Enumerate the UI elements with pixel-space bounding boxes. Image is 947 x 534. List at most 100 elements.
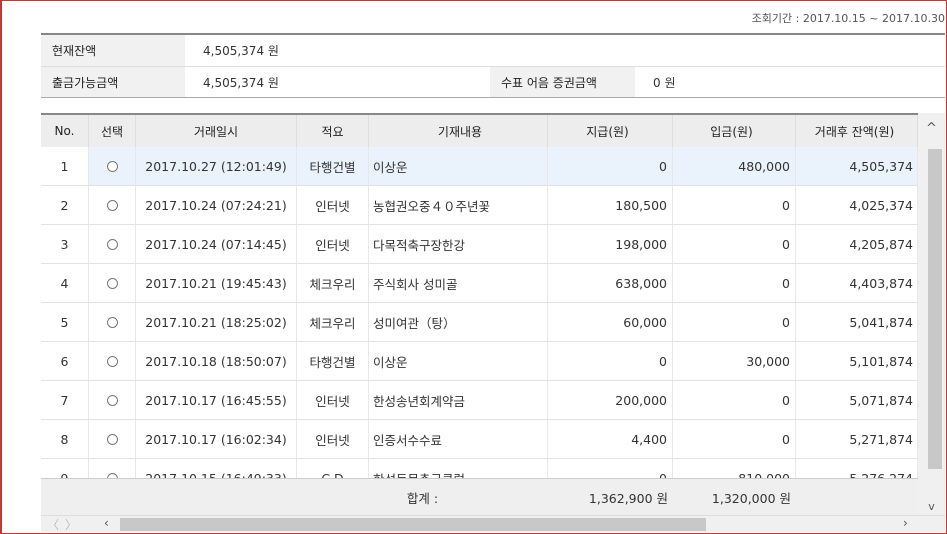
row-radio-button[interactable] (106, 160, 118, 172)
row-type: 인터넷 (297, 420, 369, 458)
row-deposit: 0 (673, 420, 796, 458)
row-no: 7 (41, 381, 89, 419)
header-no: No. (41, 115, 89, 147)
row-balance: 4,025,374 (796, 186, 918, 224)
check-amount-value: 0 원 (653, 75, 676, 90)
row-type: 타행건별 (297, 147, 369, 185)
row-radio-button[interactable] (106, 199, 118, 211)
scroll-down-icon[interactable]: v (918, 500, 945, 513)
row-deposit: 0 (673, 264, 796, 302)
header-description: 기재내용 (369, 115, 548, 147)
row-deposit: 0 (673, 186, 796, 224)
row-type: C D (297, 459, 369, 478)
row-balance: 5,101,874 (796, 342, 918, 380)
scroll-left-icon[interactable]: ‹ (104, 516, 109, 530)
row-withdrawal: 0 (548, 459, 673, 478)
row-description: 이상운 (369, 147, 548, 185)
row-select[interactable] (89, 342, 136, 380)
total-withdrawal: 1,362,900 원 (588, 490, 668, 506)
row-select[interactable] (89, 264, 136, 302)
header-deposit: 입금(원) (673, 115, 796, 147)
row-select[interactable] (89, 381, 136, 419)
row-radio-button[interactable] (106, 316, 118, 328)
balance-summary: 현재잔액 4,505,374 원 출금가능금액 4,505,374 원 수표 어… (41, 33, 945, 98)
scroll-up-icon[interactable]: ^ (918, 121, 945, 136)
row-description: 농협권오중４０주년꽃 (369, 186, 548, 224)
row-datetime: 2017.10.17 (16:45:55) (136, 381, 297, 419)
vertical-scroll-thumb[interactable] (928, 149, 942, 469)
row-balance: 5,071,874 (796, 381, 918, 419)
nav-next-icon[interactable]: 〉 (65, 516, 77, 533)
horizontal-scroll-thumb[interactable] (120, 518, 706, 531)
nav-prev-icon[interactable]: 〈 (47, 516, 59, 533)
row-select[interactable] (89, 420, 136, 458)
header-datetime: 거래일시 (136, 115, 297, 147)
vertical-scrollbar[interactable]: ^ v (918, 113, 945, 515)
row-datetime: 2017.10.27 (12:01:49) (136, 147, 297, 185)
row-withdrawal: 0 (548, 147, 673, 185)
row-radio-button[interactable] (106, 394, 118, 406)
row-balance: 5,276,274 (796, 459, 918, 478)
row-select[interactable] (89, 459, 136, 478)
row-datetime: 2017.10.17 (16:02:34) (136, 420, 297, 458)
withdrawable-value: 4,505,374 원 (203, 75, 279, 90)
row-datetime: 2017.10.24 (07:24:21) (136, 186, 297, 224)
inquiry-period: 조회기간 : 2017.10.15 ~ 2017.10.30 (751, 12, 945, 25)
table-row[interactable]: 2 2017.10.24 (07:24:21) 인터넷 농협권오중４０주년꽃 180,5… (41, 186, 918, 225)
totals-row: 합계 : 1,362,900 원 1,320,000 원 (41, 478, 918, 515)
horizontal-scrollbar[interactable]: 〈 〉 ‹ › (41, 515, 945, 532)
table-row[interactable]: 5 2017.10.21 (18:25:02) 체크우리 성미여관（탕） 60,000 0… (41, 303, 918, 342)
row-select[interactable] (89, 225, 136, 263)
table-row[interactable]: 6 2017.10.18 (18:50:07) 타행건별 이상운 0 30,000 5,10… (41, 342, 918, 381)
row-radio-button[interactable] (106, 355, 118, 367)
current-balance-label: 현재잔액 (41, 35, 185, 66)
header-withdrawal: 지급(원) (548, 115, 673, 147)
row-description: 인증서수수료 (369, 420, 548, 458)
row-type: 인터넷 (297, 186, 369, 224)
row-withdrawal: 0 (548, 342, 673, 380)
row-datetime: 2017.10.21 (18:25:02) (136, 303, 297, 341)
table-row[interactable]: 7 2017.10.17 (16:45:55) 인터넷 한성송년회계약금 200,000… (41, 381, 918, 420)
row-radio-button[interactable] (106, 277, 118, 289)
row-no: 8 (41, 420, 89, 458)
row-deposit: 30,000 (673, 342, 796, 380)
row-select[interactable] (89, 303, 136, 341)
row-deposit: 0 (673, 381, 796, 419)
total-deposit: 1,320,000 원 (711, 490, 791, 506)
header-type: 적요 (297, 115, 369, 147)
transaction-table-body: 1 2017.10.27 (12:01:49) 타행건별 이상운 0 480,000 4,5… (41, 147, 918, 478)
row-type: 체크우리 (297, 303, 369, 341)
scroll-right-icon[interactable]: › (903, 516, 908, 530)
row-type: 인터넷 (297, 381, 369, 419)
row-radio-button[interactable] (106, 433, 118, 445)
table-row[interactable]: 4 2017.10.21 (19:45:43) 체크우리 주식회사 성미골 638,00… (41, 264, 918, 303)
row-no: 2 (41, 186, 89, 224)
row-datetime: 2017.10.15 (16:49:33) (136, 459, 297, 478)
row-deposit: 0 (673, 225, 796, 263)
row-balance: 4,505,374 (796, 147, 918, 185)
row-no: 3 (41, 225, 89, 263)
row-radio-button[interactable] (106, 238, 118, 250)
table-row[interactable]: 3 2017.10.24 (07:14:45) 인터넷 다목적축구장한강 198,000… (41, 225, 918, 264)
row-withdrawal: 638,000 (548, 264, 673, 302)
row-select[interactable] (89, 186, 136, 224)
transaction-table-header: No. 선택 거래일시 적요 기재내용 지급(원) 입금(원) 거래후 잔액(원… (41, 113, 918, 147)
row-deposit: 810,000 (673, 459, 796, 478)
check-amount-label: 수표 어음 증권금액 (490, 67, 635, 97)
row-description: 성미여관（탕） (369, 303, 548, 341)
row-balance: 5,041,874 (796, 303, 918, 341)
row-datetime: 2017.10.24 (07:14:45) (136, 225, 297, 263)
row-type: 인터넷 (297, 225, 369, 263)
row-deposit: 0 (673, 303, 796, 341)
table-row[interactable]: 9 2017.10.15 (16:49:33)C D한성동문축구클럽0810,00… (41, 459, 918, 478)
withdrawable-label: 출금가능금액 (41, 67, 185, 97)
row-select[interactable] (89, 147, 136, 185)
row-balance: 5,271,874 (796, 420, 918, 458)
table-row[interactable]: 1 2017.10.27 (12:01:49) 타행건별 이상운 0 480,000 4,5… (41, 147, 918, 186)
row-balance: 4,205,874 (796, 225, 918, 263)
row-withdrawal: 198,000 (548, 225, 673, 263)
header-select: 선택 (89, 115, 136, 147)
table-row[interactable]: 8 2017.10.17 (16:02:34) 인터넷 인증서수수료 4,400 0 5,2… (41, 420, 918, 459)
row-type: 체크우리 (297, 264, 369, 302)
row-datetime: 2017.10.18 (18:50:07) (136, 342, 297, 380)
